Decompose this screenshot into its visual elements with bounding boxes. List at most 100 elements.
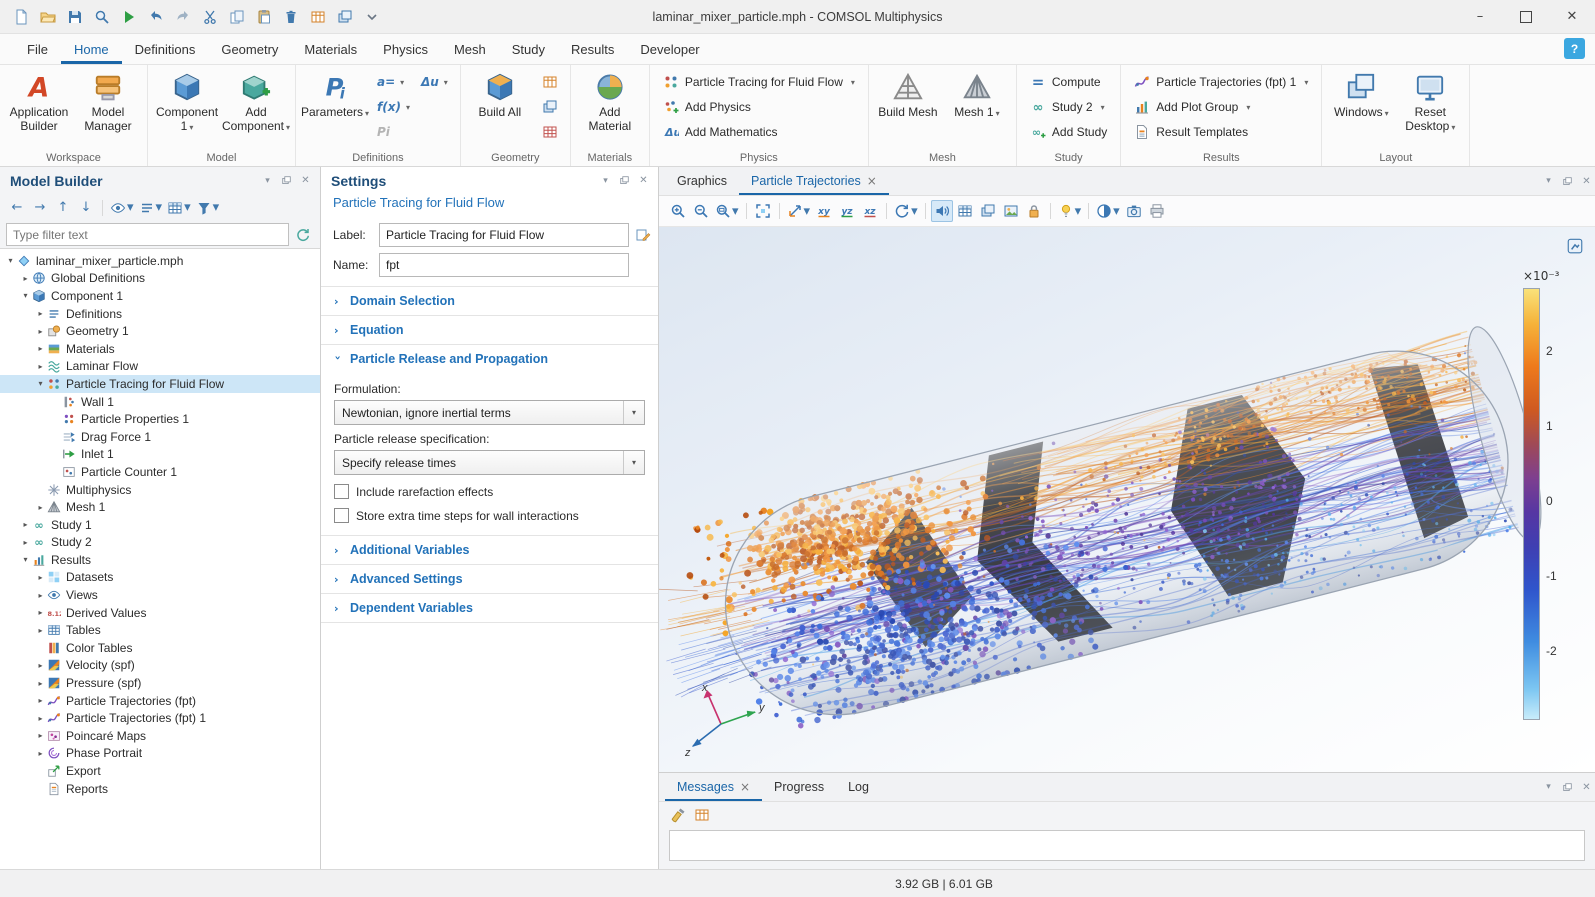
tree-item-wall-1[interactable]: Wall 1 <box>0 393 320 411</box>
windows-button[interactable]: Windows▾ <box>1329 68 1393 123</box>
cut-button[interactable] <box>197 5 222 29</box>
rename-button[interactable] <box>635 223 651 247</box>
tree-item-definitions[interactable]: ▸Definitions <box>0 305 320 323</box>
collapsed-arrow-icon[interactable]: ▸ <box>34 661 47 670</box>
columns-button[interactable]: ▾ <box>165 197 193 219</box>
tree-item-particle-trajectories-fpt-1[interactable]: ▸Particle Trajectories (fpt) 1 <box>0 709 320 727</box>
result-templates-button[interactable]: Result Templates <box>1128 120 1314 144</box>
tree-item-color-tables[interactable]: Color Tables <box>0 639 320 657</box>
tree-item-particle-tracing-for-fluid-flow[interactable]: ▾Particle Tracing for Fluid Flow <box>0 375 320 393</box>
plot-context-button[interactable] <box>1563 235 1587 259</box>
panel-menu-button[interactable]: ▾ <box>1540 173 1557 190</box>
help-button[interactable]: ? <box>1564 38 1585 59</box>
tree-item-materials[interactable]: ▸Materials <box>0 340 320 358</box>
collapsed-arrow-icon[interactable]: ▸ <box>34 608 47 617</box>
add-physics-button[interactable]: Add Physics <box>657 95 861 119</box>
expanded-arrow-icon[interactable]: ▾ <box>19 291 32 300</box>
label-input[interactable] <box>379 223 629 247</box>
section-advanced-settings[interactable]: ›Advanced Settings <box>321 564 658 593</box>
add-mathematics-button[interactable]: ΔuAdd Mathematics <box>657 120 861 144</box>
pi-button[interactable]: Pi <box>372 120 415 144</box>
snapshot-button[interactable] <box>1123 200 1145 222</box>
tree-item-pressure-spf[interactable]: ▸Pressure (spf) <box>0 674 320 692</box>
study-2-button[interactable]: ∞Study 2▾ <box>1024 95 1113 119</box>
build-mesh-button[interactable]: Build Mesh <box>876 68 940 123</box>
move-down-button[interactable]: ↓ <box>75 197 97 219</box>
graphics-canvas[interactable]: ×10⁻³ 210-1-2 x y z <box>659 227 1595 772</box>
tree-item-datasets[interactable]: ▸Datasets <box>0 569 320 587</box>
minimize-button[interactable]: – <box>1457 0 1503 33</box>
refresh-button[interactable] <box>292 224 314 246</box>
application-builder-button[interactable]: AApplication Builder <box>7 68 71 138</box>
tree-item-inlet-1[interactable]: Inlet 1 <box>0 446 320 464</box>
section-equation[interactable]: ›Equation <box>321 315 658 344</box>
copy-button[interactable] <box>224 5 249 29</box>
split-view-button[interactable] <box>977 200 999 222</box>
zoom-in-button[interactable] <box>667 200 689 222</box>
name-input[interactable] <box>379 253 629 277</box>
tree-item-results[interactable]: ▾Results <box>0 551 320 569</box>
show-button[interactable]: ▾ <box>108 197 136 219</box>
panel-float-button[interactable] <box>278 172 295 189</box>
tree-item-export[interactable]: Export <box>0 762 320 780</box>
collapsed-arrow-icon[interactable]: ▸ <box>34 309 47 318</box>
lock-button[interactable] <box>1023 200 1045 222</box>
default-view-button[interactable]: ▾ <box>785 200 813 222</box>
scene-light-button[interactable]: ▾ <box>1056 200 1084 222</box>
filter-input[interactable] <box>6 223 289 246</box>
tab-close-icon[interactable]: × <box>740 780 750 794</box>
view-yz-button[interactable]: yz <box>836 200 858 222</box>
graphics-tab-graphics[interactable]: Graphics <box>665 167 739 195</box>
tab-close-icon[interactable]: × <box>867 174 877 188</box>
windows-sm-button[interactable] <box>332 5 357 29</box>
collapsed-arrow-icon[interactable]: ▸ <box>19 520 32 529</box>
menu-mesh[interactable]: Mesh <box>441 34 499 64</box>
tree-item-velocity-spf[interactable]: ▸Velocity (spf) <box>0 657 320 675</box>
messages-tab-messages[interactable]: Messages× <box>665 773 762 801</box>
panel-float-button[interactable] <box>616 172 633 189</box>
panel-close-button[interactable]: ✕ <box>297 172 314 189</box>
extra-steps-checkbox[interactable] <box>334 508 349 523</box>
run-button[interactable] <box>116 5 141 29</box>
menu-physics[interactable]: Physics <box>370 34 441 64</box>
graphics-tab-particle-trajectories[interactable]: Particle Trajectories× <box>739 167 889 195</box>
collapsed-arrow-icon[interactable]: ▸ <box>34 749 47 758</box>
section-domain-selection[interactable]: ›Domain Selection <box>321 286 658 315</box>
menu-materials[interactable]: Materials <box>291 34 370 64</box>
paste-button[interactable] <box>251 5 276 29</box>
tree-item-component-1[interactable]: ▾Component 1 <box>0 287 320 305</box>
panel-menu-button[interactable]: ▾ <box>597 172 614 189</box>
collapsed-arrow-icon[interactable]: ▸ <box>34 362 47 371</box>
preview-button[interactable] <box>89 5 114 29</box>
tree-item-views[interactable]: ▸Views <box>0 586 320 604</box>
collapsed-arrow-icon[interactable]: ▸ <box>34 696 47 705</box>
add-material-button[interactable]: Add Material <box>578 68 642 138</box>
menu-results[interactable]: Results <box>558 34 627 64</box>
tree-item-global-definitions[interactable]: ▸Global Definitions <box>0 270 320 288</box>
geo-windows-button[interactable] <box>537 95 563 119</box>
component-1-button[interactable]: Component 1▾ <box>155 68 219 138</box>
panel-float-button[interactable] <box>1559 779 1576 796</box>
add-study-button[interactable]: ∞Add Study <box>1024 120 1113 144</box>
tree-item-poincar-maps[interactable]: ▸Poincaré Maps <box>0 727 320 745</box>
table-button[interactable] <box>305 5 330 29</box>
close-button[interactable]: ✕ <box>1549 0 1595 33</box>
tree-item-reports[interactable]: Reports <box>0 780 320 798</box>
grid-view-button[interactable] <box>954 200 976 222</box>
section-dependent-variables[interactable]: ›Dependent Variables <box>321 593 658 622</box>
view-xz-button[interactable]: xz <box>859 200 881 222</box>
compute-button[interactable]: =Compute <box>1024 70 1113 94</box>
geo-grid-button[interactable] <box>537 120 563 144</box>
tree-item-geometry-1[interactable]: ▸Geometry 1 <box>0 322 320 340</box>
funnel-button[interactable]: ▾ <box>194 197 222 219</box>
panel-float-button[interactable] <box>1559 173 1576 190</box>
tree-item-phase-portrait[interactable]: ▸Phase Portrait <box>0 745 320 763</box>
tree-item-particle-counter-1[interactable]: Particle Counter 1 <box>0 463 320 481</box>
collapsed-arrow-icon[interactable]: ▸ <box>34 731 47 740</box>
tree-item-mesh-1[interactable]: ▸Mesh 1 <box>0 498 320 516</box>
menu-geometry[interactable]: Geometry <box>208 34 291 64</box>
messages-content[interactable] <box>669 830 1585 861</box>
panel-close-button[interactable]: ✕ <box>635 172 652 189</box>
collapsed-arrow-icon[interactable]: ▸ <box>34 327 47 336</box>
particle-tracing-for-fluid-flow-button[interactable]: Particle Tracing for Fluid Flow▾ <box>657 70 861 94</box>
